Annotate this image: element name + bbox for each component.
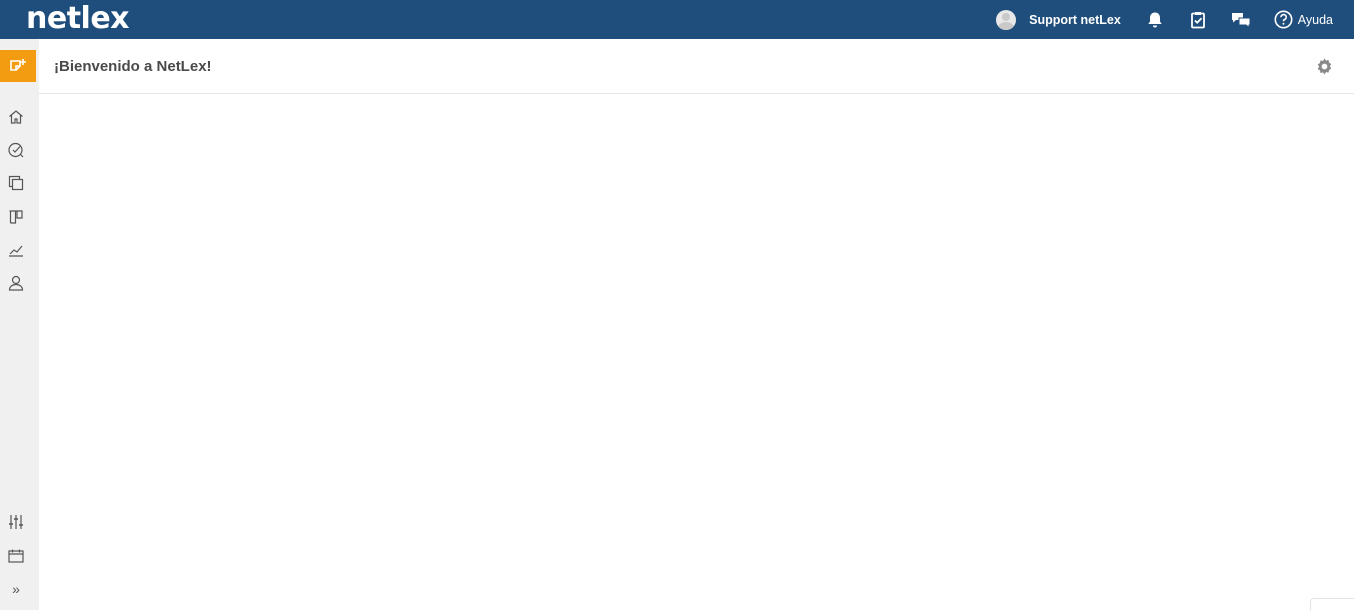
calendar-icon <box>8 549 24 563</box>
sidebar-item-contacts[interactable] <box>5 272 27 294</box>
top-nav: Support netLex Ayuda <box>996 0 1354 39</box>
netlex-logo[interactable]: netlex <box>26 2 130 36</box>
documents-icon <box>8 175 24 191</box>
clipboard-check-icon[interactable] <box>1188 10 1208 30</box>
sidebar-item-documents[interactable] <box>5 172 27 194</box>
page-header: ¡Bienvenido a NetLex! <box>39 39 1354 94</box>
gear-icon[interactable] <box>1314 56 1334 76</box>
sidebar-item-board[interactable] <box>5 206 27 228</box>
user-menu[interactable]: Support netLex <box>996 9 1121 30</box>
chart-icon <box>9 245 23 257</box>
home-icon <box>9 110 23 124</box>
top-bar: netlex Support netLex Ayuda <box>0 0 1354 39</box>
user-name: Support netLex <box>1029 12 1121 27</box>
sliders-icon <box>9 515 23 529</box>
sidebar-item-calendar[interactable] <box>5 545 27 567</box>
sidebar-item-settings[interactable] <box>5 511 27 533</box>
chat-bubbles-icon[interactable] <box>1231 10 1251 30</box>
avatar <box>996 9 1017 30</box>
user-icon <box>8 275 24 291</box>
sidebar: » <box>0 39 39 610</box>
sidebar-item-reports[interactable] <box>5 239 27 261</box>
sidebar-item-tasks[interactable] <box>5 139 27 161</box>
page-title: ¡Bienvenido a NetLex! <box>54 58 212 75</box>
corner-widget[interactable] <box>1310 598 1354 610</box>
board-icon <box>9 210 23 224</box>
help-button[interactable]: Ayuda <box>1274 10 1333 29</box>
add-note-icon <box>10 59 26 71</box>
bell-icon[interactable] <box>1145 10 1165 30</box>
new-item-button[interactable] <box>0 50 36 82</box>
help-circle-icon <box>1274 10 1293 29</box>
help-label: Ayuda <box>1297 12 1333 27</box>
tasks-check-icon <box>8 142 24 158</box>
expand-chevrons-icon[interactable]: » <box>5 578 27 600</box>
sidebar-item-home[interactable] <box>5 106 27 128</box>
